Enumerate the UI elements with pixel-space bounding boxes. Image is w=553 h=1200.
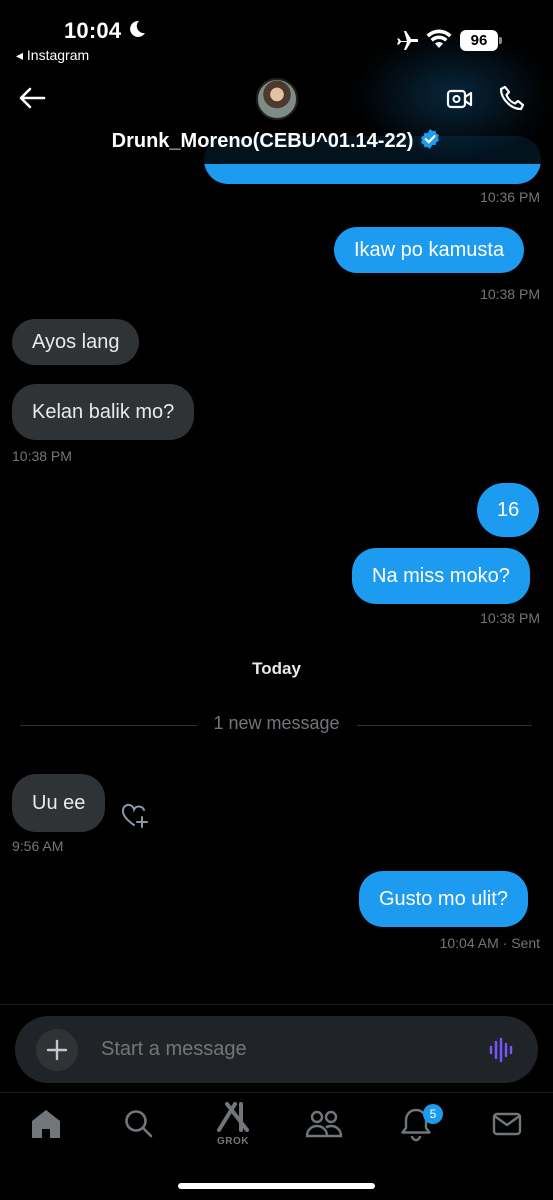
airplane-mode-icon [394, 30, 419, 57]
message-bubble-outgoing[interactable]: Na miss moko? [352, 548, 530, 604]
status-bar: 10:04 ◂ Instagram 96 [0, 0, 553, 70]
message-timestamp-status: 10:04 AM · Sent [440, 935, 540, 951]
battery-indicator: 96 [460, 30, 498, 51]
new-message-divider-label: 1 new message [213, 713, 340, 733]
add-reaction-icon[interactable] [121, 803, 151, 834]
wifi-icon [426, 29, 452, 54]
verified-badge-icon [419, 128, 441, 156]
messages-icon[interactable] [489, 1106, 529, 1146]
new-message-divider-line [357, 725, 532, 726]
grok-icon[interactable] [213, 1100, 253, 1140]
message-timestamp: 10:38 PM [480, 610, 540, 626]
back-arrow-icon[interactable] [18, 86, 46, 115]
message-input[interactable] [101, 1016, 471, 1083]
contact-name: Drunk_Moreno(CEBU^01.14-22) [111, 130, 414, 152]
message-bubble-outgoing[interactable]: Ikaw po kamusta [334, 227, 525, 273]
add-attachment-button[interactable] [36, 1029, 78, 1071]
message-bubble-outgoing[interactable]: Gusto mo ulit? [359, 871, 528, 927]
home-icon[interactable] [28, 1106, 68, 1146]
message-bubble-incoming[interactable]: Kelan balik mo? [12, 384, 195, 440]
battery-nub [499, 37, 502, 44]
tabbar-divider [0, 1092, 553, 1093]
video-call-icon[interactable] [446, 86, 474, 117]
status-time: 10:04 [64, 18, 122, 43]
message-timestamp: 9:56 AM [12, 838, 64, 854]
contact-avatar[interactable] [256, 78, 298, 120]
message-timestamp: 10:38 PM [12, 448, 72, 464]
phone-call-icon[interactable] [498, 84, 526, 117]
message-timestamp: 10:04 AM [439, 935, 499, 951]
day-separator: Today [252, 659, 301, 678]
notification-count-badge: 5 [423, 1104, 443, 1124]
search-icon[interactable] [120, 1106, 160, 1146]
voice-message-icon[interactable] [488, 1037, 516, 1068]
contact-name-row[interactable]: Drunk_Moreno(CEBU^01.14-22) [0, 128, 553, 156]
message-bubble-incoming[interactable]: Ayos lang [12, 319, 140, 365]
home-indicator[interactable] [178, 1183, 375, 1189]
message-sent-status: · Sent [502, 935, 540, 951]
communities-icon[interactable] [304, 1106, 344, 1146]
message-bubble-outgoing[interactable]: 16 [477, 483, 540, 537]
back-to-app-link[interactable]: ◂ Instagram [16, 47, 89, 64]
message-timestamp: 10:38 PM [480, 286, 540, 302]
message-bubble-incoming[interactable]: Uu ee [12, 774, 106, 832]
message-composer [15, 1016, 538, 1083]
grok-label: GROK [217, 1136, 249, 1147]
moon-icon [128, 20, 146, 43]
message-timestamp: 10:36 PM [480, 189, 540, 205]
composer-divider [0, 1004, 553, 1005]
